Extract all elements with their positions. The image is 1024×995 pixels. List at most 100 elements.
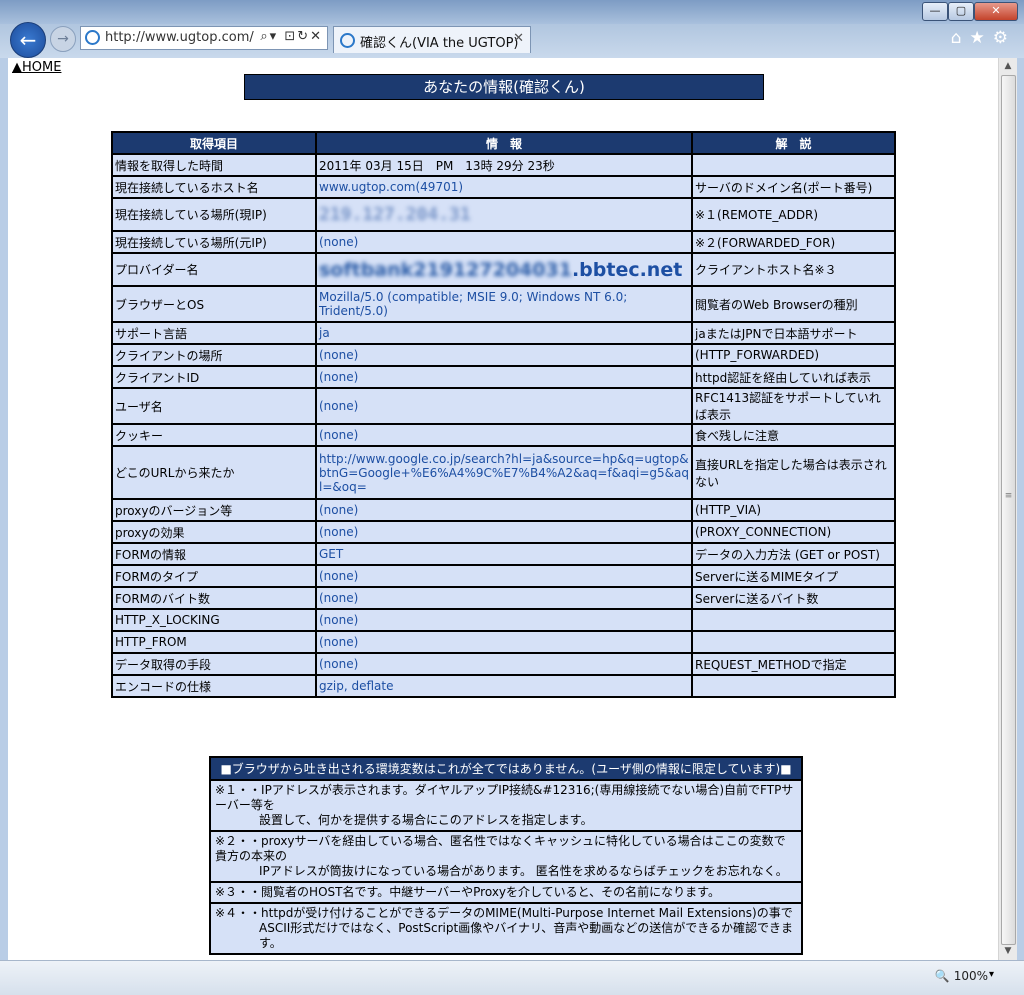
row-desc: (HTTP_VIA) xyxy=(691,498,896,522)
row-value: (none) xyxy=(315,230,693,254)
row-desc: (HTTP_FORWARDED) xyxy=(691,343,896,367)
minimize-button[interactable]: — xyxy=(922,2,948,21)
referer-url[interactable]: http://www.google.co.jp/search?hl=ja&sou… xyxy=(315,445,693,500)
header-description: 解 説 xyxy=(691,131,896,155)
row-item: プロバイダー名 xyxy=(111,252,317,287)
row-desc xyxy=(691,630,896,654)
page-title: あなたの情報(確認くん) xyxy=(244,74,764,100)
table-row: どこのURLから来たか http://www.google.co.jp/sear… xyxy=(111,445,896,500)
address-bar[interactable]: http://www.ugtop.com/ ⌕▾ ⊡↻✕ xyxy=(80,26,328,50)
row-desc: Serverに送るMIMEタイプ xyxy=(691,564,896,588)
toolbar-icons[interactable]: ⌂★⚙ xyxy=(951,28,1016,48)
header-item: 取得項目 xyxy=(111,131,317,155)
row-desc: Serverに送るバイト数 xyxy=(691,586,896,610)
row-item: proxyのバージョン等 xyxy=(111,498,317,522)
note-line: ※４・・httpdが受け付けることができるデータのMIME(Multi-Purp… xyxy=(215,906,793,920)
note-line-indented: ASCII形式だけではなく、PostScript画像やバイナリ、音声や動画などの… xyxy=(259,921,793,950)
header-value: 情 報 xyxy=(315,131,693,155)
table-row: クライアントID (none) httpd認証を経由していれば表示 xyxy=(111,365,896,389)
note-line-indented: IPアドレスが筒抜けになっている場合があります。 匿名性を求めるならばチェックを… xyxy=(259,864,788,878)
provider-host-blurred: softbank219127204031 xyxy=(319,258,572,281)
page-viewport: ▲HOME あなたの情報(確認くん) 取得項目 情 報 解 説 情報を取得した時… xyxy=(8,58,998,960)
status-bar: 🔍 100% ▾ xyxy=(0,960,1024,995)
address-url[interactable]: http://www.ugtop.com/ xyxy=(105,30,254,45)
ip-address-blurred: 219.127.204.31 xyxy=(319,204,471,225)
table-row: 情報を取得した時間 2011年 03月 15日 PM 13時 29分 23秒 xyxy=(111,153,896,177)
tab-ugtop[interactable]: 確認くん(VIA the UGTOP) ✕ xyxy=(333,26,531,53)
tab-close-icon[interactable]: ✕ xyxy=(513,31,524,46)
browser-chrome: — ▢ ✕ ← → http://www.ugtop.com/ ⌕▾ ⊡↻✕ 確… xyxy=(0,0,1024,58)
table-row: proxyのバージョン等 (none) (HTTP_VIA) xyxy=(111,498,896,522)
note-item: ※１・・IPアドレスが表示されます。ダイヤルアップIP接続&#12316;(専用… xyxy=(211,781,801,832)
scrollbar-thumb[interactable]: ≡ xyxy=(1001,75,1016,945)
row-desc: ※２(FORWARDED_FOR) xyxy=(691,230,896,254)
row-desc: (PROXY_CONNECTION) xyxy=(691,520,896,544)
row-value: gzip, deflate xyxy=(315,674,693,698)
note-item: ※４・・httpdが受け付けることができるデータのMIME(Multi-Purp… xyxy=(211,904,801,953)
scroll-up-icon[interactable]: ▲ xyxy=(999,58,1017,75)
row-desc: クライアントホスト名※３ xyxy=(691,252,896,287)
row-item: 現在接続しているホスト名 xyxy=(111,175,317,199)
table-row: FORMのバイト数 (none) Serverに送るバイト数 xyxy=(111,586,896,610)
row-desc: 直接URLを指定した場合は表示されない xyxy=(691,445,896,500)
row-item: サポート言語 xyxy=(111,321,317,345)
row-value: www.ugtop.com(49701) xyxy=(315,175,693,199)
zoom-level[interactable]: 🔍 100% xyxy=(935,969,988,983)
row-value: 2011年 03月 15日 PM 13時 29分 23秒 xyxy=(315,153,693,177)
row-item: 現在接続している場所(元IP) xyxy=(111,230,317,254)
table-row: クッキー (none) 食べ残しに注意 xyxy=(111,423,896,447)
row-value: (none) xyxy=(315,564,693,588)
note-item: ※２・・proxyサーバを経由している場合、匿名性ではなくキャッシュに特化してい… xyxy=(211,832,801,883)
row-desc: REQUEST_METHODで指定 xyxy=(691,652,896,676)
table-row: 現在接続しているホスト名 www.ugtop.com(49701) サーバのドメ… xyxy=(111,175,896,199)
note-line: ※２・・proxyサーバを経由している場合、匿名性ではなくキャッシュに特化してい… xyxy=(215,834,786,863)
row-item: HTTP_FROM xyxy=(111,630,317,654)
row-value: ja xyxy=(315,321,693,345)
zoom-value: 100% xyxy=(953,969,988,983)
note-line-indented: 設置して、何かを提供する場合にこのアドレスを指定します。 xyxy=(259,813,593,827)
row-desc: httpd認証を経由していれば表示 xyxy=(691,365,896,389)
row-value: (none) xyxy=(315,387,693,425)
row-value: (none) xyxy=(315,630,693,654)
maximize-button[interactable]: ▢ xyxy=(948,2,974,21)
title-bar xyxy=(0,0,1024,24)
row-value: softbank219127204031.bbtec.net xyxy=(315,252,693,287)
vertical-scrollbar[interactable]: ▲ ≡ ▼ xyxy=(998,58,1017,960)
row-value: Mozilla/5.0 (compatible; MSIE 9.0; Windo… xyxy=(315,285,693,323)
table-row: クライアントの場所 (none) (HTTP_FORWARDED) xyxy=(111,343,896,367)
zoom-dropdown-icon[interactable]: ▾ xyxy=(989,969,994,980)
note-item: ※３・・閲覧者のHOST名です。中継サーバーやProxyを介していると、その名前… xyxy=(211,883,801,904)
home-link[interactable]: ▲HOME xyxy=(12,60,61,75)
row-value: (none) xyxy=(315,423,693,447)
row-item: エンコードの仕様 xyxy=(111,674,317,698)
row-value: (none) xyxy=(315,520,693,544)
window-frame-left xyxy=(0,58,8,960)
table-row: 現在接続している場所(現IP) 219.127.204.31 ※１(REMOTE… xyxy=(111,197,896,232)
notes-box: ■ブラウザから吐き出される環境変数はこれが全てではありません。(ユーザ側の情報に… xyxy=(209,756,803,955)
forward-arrow-icon: → xyxy=(57,31,69,47)
row-item: FORMの情報 xyxy=(111,542,317,566)
row-item: proxyの効果 xyxy=(111,520,317,544)
row-item: HTTP_X_LOCKING xyxy=(111,608,317,632)
row-item: クライアントの場所 xyxy=(111,343,317,367)
row-desc xyxy=(691,153,896,177)
address-tools-icons[interactable]: ⌕▾ ⊡↻✕ xyxy=(260,29,323,44)
close-window-button[interactable]: ✕ xyxy=(974,2,1018,21)
table-row: データ取得の手段 (none) REQUEST_METHODで指定 xyxy=(111,652,896,676)
row-value: (none) xyxy=(315,608,693,632)
row-item: クライアントID xyxy=(111,365,317,389)
row-value: 219.127.204.31 xyxy=(315,197,693,232)
forward-button[interactable]: → xyxy=(50,26,76,52)
back-button[interactable]: ← xyxy=(10,22,46,58)
row-item: FORMのバイト数 xyxy=(111,586,317,610)
table-row: FORMの情報 GET データの入力方法 (GET or POST) xyxy=(111,542,896,566)
row-item: 現在接続している場所(現IP) xyxy=(111,197,317,232)
row-value: (none) xyxy=(315,343,693,367)
scroll-down-icon[interactable]: ▼ xyxy=(999,943,1017,960)
row-desc: データの入力方法 (GET or POST) xyxy=(691,542,896,566)
table-row: FORMのタイプ (none) Serverに送るMIMEタイプ xyxy=(111,564,896,588)
row-item: ユーザ名 xyxy=(111,387,317,425)
row-desc: 閲覧者のWeb Browserの種別 xyxy=(691,285,896,323)
table-row: エンコードの仕様 gzip, deflate xyxy=(111,674,896,698)
table-row: ブラウザーとOS Mozilla/5.0 (compatible; MSIE 9… xyxy=(111,285,896,323)
